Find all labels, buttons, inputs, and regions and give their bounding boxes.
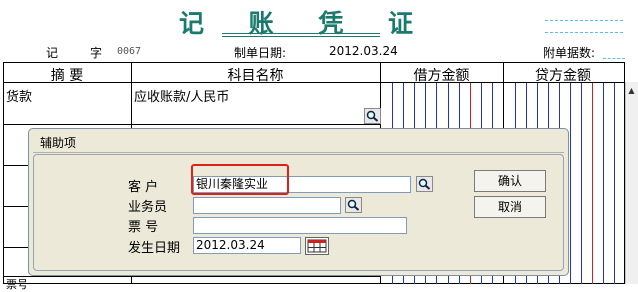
header-debit: 借方金额 bbox=[413, 68, 470, 84]
bottom-partial-label: 票号 bbox=[6, 278, 28, 291]
voucher-number[interactable]: 0067 bbox=[117, 46, 141, 57]
customer-label: 客 户 bbox=[128, 180, 159, 195]
title-underline bbox=[222, 36, 380, 37]
magnifier-icon[interactable] bbox=[345, 197, 362, 213]
magnifier-icon[interactable] bbox=[416, 176, 433, 192]
dialog-title: 辅助项 bbox=[40, 136, 77, 150]
date-value[interactable]: 2012.03.24 bbox=[329, 44, 398, 58]
vertical-scrollbar[interactable] bbox=[625, 82, 638, 284]
decorative-divider bbox=[545, 20, 623, 21]
magnifier-icon[interactable] bbox=[364, 108, 381, 124]
ticket-number-input[interactable] bbox=[193, 217, 407, 234]
date-label: 制单日期: bbox=[234, 46, 287, 60]
money-grid-line bbox=[614, 83, 615, 284]
row-divider bbox=[3, 124, 380, 125]
money-grid-line bbox=[570, 83, 571, 284]
voucher-title: 记 账 凭 证 bbox=[178, 9, 432, 38]
occurrence-date-input[interactable]: 2012.03.24 bbox=[193, 237, 301, 254]
highlight-box bbox=[191, 164, 289, 195]
money-grid-line bbox=[581, 83, 582, 284]
attachments-label: 附单据数: bbox=[543, 46, 596, 60]
scroll-up-arrow-icon[interactable]: ▲ bbox=[625, 84, 638, 98]
row-account[interactable]: 应收账款/人民币 bbox=[134, 86, 229, 105]
money-grid-line bbox=[603, 83, 604, 284]
salesperson-input[interactable] bbox=[193, 197, 341, 214]
occurrence-date-label: 发生日期 bbox=[128, 241, 181, 256]
title-underline bbox=[222, 33, 380, 34]
money-grid-line bbox=[592, 83, 593, 284]
salesperson-label: 业务员 bbox=[128, 200, 168, 215]
cancel-button[interactable]: 取消 bbox=[474, 196, 546, 218]
voucher-type-label: 记 bbox=[46, 46, 59, 60]
ticket-number-label: 票 号 bbox=[128, 220, 159, 235]
row-summary[interactable]: 货款 bbox=[6, 86, 32, 105]
header-account: 科目名称 bbox=[227, 68, 284, 84]
row-divider bbox=[3, 276, 380, 277]
dialog-separator bbox=[33, 152, 564, 153]
attachments-field[interactable] bbox=[603, 58, 625, 59]
header-credit: 贷方金额 bbox=[535, 68, 591, 84]
decorative-divider bbox=[545, 32, 623, 33]
header-summary: 摘 要 bbox=[50, 68, 84, 84]
voucher-type-char: 字 bbox=[90, 46, 103, 60]
calendar-icon[interactable] bbox=[305, 237, 329, 255]
confirm-button[interactable]: 确认 bbox=[474, 170, 546, 192]
